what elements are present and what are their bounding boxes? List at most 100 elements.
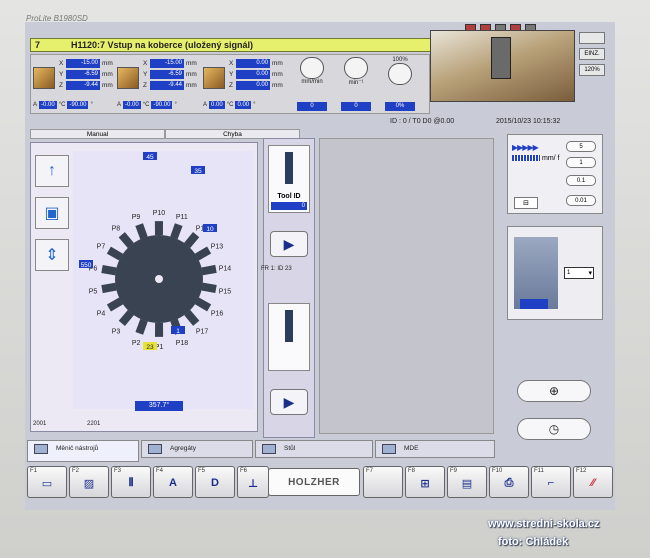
step-mode-icon[interactable]: ⊟ [514,197,538,209]
axis-z-value: -9.44 [66,81,100,90]
target-icon: ⊕ [548,384,560,398]
aggregate-image [514,237,558,309]
tool-preview-card[interactable] [268,303,310,371]
holzher-logo: HOLZHER [268,468,360,496]
datetime: 2015/10/23 10:15:32 [496,118,561,125]
tool-id-info: ID : 0 / T0 D0 @0.00 [390,118,455,125]
mode-manual: Manual [30,129,165,139]
blank-button[interactable] [579,32,605,44]
right-top-buttons: EINZ. 120% [579,32,605,80]
tab-table[interactable]: Stůl [255,440,373,458]
f4-key[interactable]: F4 A [153,466,193,498]
magazine-slot[interactable] [170,223,183,240]
slot-label: P3 [112,328,121,335]
slot-label: P18 [176,340,189,347]
magazine-slot[interactable] [101,265,117,276]
f7-key[interactable]: F7 [363,466,403,498]
axis-group-2: X -15.00 mm Y -6.59 mm Z -9.44 mm A -0.00 ° C -90.… [117,59,197,109]
a-icon: A [169,477,177,489]
spindle-icon [33,67,55,89]
f11-key[interactable]: F11 ⌐ [531,466,571,498]
tool-number: 45 [146,154,154,161]
magazine-slot[interactable] [201,264,217,276]
mode-bar: Manual Chyba [30,129,300,139]
tab-bar: Měnič nástrojů Agregáty Stůl MDE [25,440,500,462]
axis-z-value: -9.44 [150,81,184,90]
override-dial-icon [388,63,412,85]
override-max: 100% [392,57,408,63]
tool-magazine: P9 P10 P11 P12 P13 P14 P15 P16 P17 P18 P1 P2 P3 P4 P5 P… [73,151,253,409]
tool-id-label: Tool ID [277,193,301,200]
tab-icon [262,444,276,454]
tab-aggregates[interactable]: Agregáty [141,440,253,458]
f5-key[interactable]: F5 D [195,466,235,498]
feed-value: 0 [297,102,327,111]
speed-value: 0 [341,102,371,111]
slot-label: P8 [112,226,121,233]
axis-y-value: -6.59 [66,70,100,79]
pen-icon: ⁄⁄ [591,477,595,489]
timer-button[interactable]: ◷ [517,418,591,440]
f2-key[interactable]: F2 ▨ [69,466,109,498]
main-view-area [319,138,494,434]
f12-key[interactable]: F12 ⁄⁄ [573,466,613,498]
magazine-hub [155,275,163,283]
slot-label: P2 [132,340,141,347]
feed-option[interactable]: 0.01 [566,195,596,206]
tool-select[interactable]: 1 [564,267,594,279]
tool-select-panel: 1 [507,226,603,320]
head-icon [117,67,139,89]
tool-number: 35 [194,168,202,175]
tab-icon [34,444,48,454]
tool-id-card[interactable]: Tool ID 0 [268,145,310,213]
magazine-slot[interactable] [135,223,148,240]
feed-option[interactable]: 0.1 [566,175,596,186]
machine-camera-view [430,30,575,102]
slot-label: P4 [97,311,106,318]
axis-c-value: -90.00 [67,101,89,109]
magazine-slot[interactable] [135,318,148,335]
play-icon[interactable]: ▶ [270,389,308,415]
spindle-speed-icon [344,57,368,79]
magazine-icon[interactable]: ▣ [35,197,69,229]
slot-label: P7 [97,244,106,251]
table-view-icon: ▭ [41,478,53,490]
tab-tool-changer[interactable]: Měnič nástrojů [27,440,139,462]
einz-button[interactable]: EINZ. [579,48,605,60]
f9-key[interactable]: F9 ▤ [447,466,487,498]
magazine-slot[interactable] [101,282,117,294]
tool-icon: ⊥ [247,478,259,490]
magazine-slot[interactable] [154,221,164,236]
speed-gauge: min⁻¹ 0 [337,57,375,113]
f8-key[interactable]: F8 ⊞ [405,466,445,498]
play-icon[interactable]: ▶ [270,231,308,257]
axis-z-value: 0.00 [236,81,270,90]
feed-option[interactable]: 1 [566,157,596,168]
f10-key[interactable]: F10 ⎙ [489,466,529,498]
arrow-up-icon[interactable]: ↑ [35,155,69,187]
feed-step-panel: ▶▶▶▶▶ mm/ f 5 1 0.1 0.01 ⊟ [507,134,603,214]
function-key-bar: F1 ▭ F2 ▨ F3 ⫴ F4 A F5 D F6 ⊥ HOLZHER F7 F8 ⊞ F… [25,466,615,502]
f3-key[interactable]: F3 ⫴ [111,466,151,498]
f6-key[interactable]: F6 ⊥ [237,466,269,498]
axis-y-value: -6.59 [150,70,184,79]
tab-mde[interactable]: MDE [375,440,495,458]
reference-button[interactable]: ⊕ [517,380,591,402]
magazine-panel: ↑ ▣ ⇕ P9 P10 P11 P12 P13 P14 P15 P16 P17 P18 P1 P2 P… [30,142,258,432]
slot-label: P11 [176,214,188,221]
feed-option[interactable]: 5 [566,141,596,152]
f1-key[interactable]: F1 ▭ [27,466,67,498]
tool-id-value: 0 [271,202,307,210]
magazine-slot[interactable] [201,282,217,293]
zoom-button[interactable]: 120% [579,64,605,76]
feed-bar [512,155,540,161]
d-icon: D [211,477,219,489]
magazine-angle: 357.7° [135,401,183,411]
magazine-slot[interactable] [154,322,164,337]
slot-label: P14 [219,265,232,272]
up-down-icon[interactable]: ⇕ [35,239,69,271]
tools-icon: ⫴ [128,477,134,489]
axis-a-value: 0.00 [209,101,225,109]
axis-a-value: -0.00 [123,101,141,109]
credit-site: www.stredni-skola.cz [488,518,600,530]
